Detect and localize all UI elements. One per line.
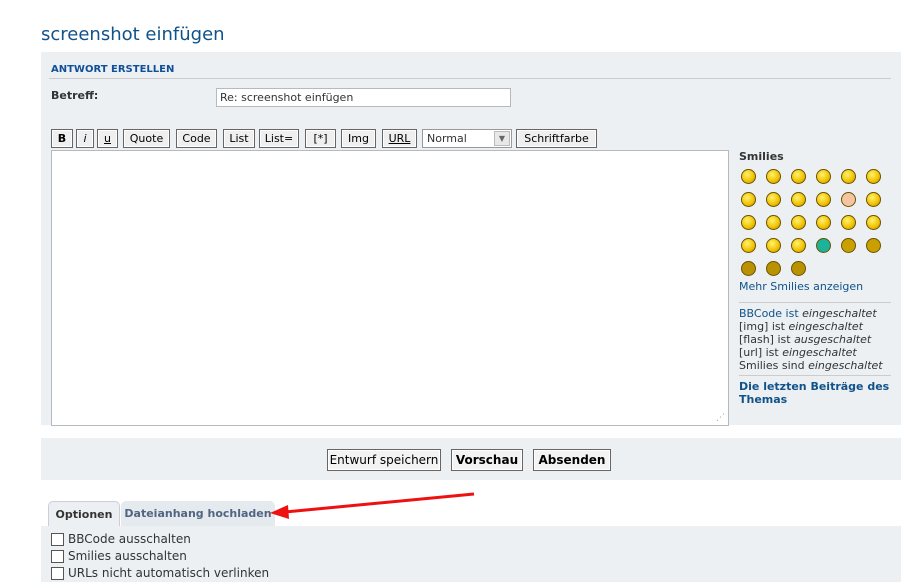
smiley-icon[interactable] xyxy=(791,192,806,207)
status-img: [img] ist eingeschaltet xyxy=(739,320,863,333)
smiley-icon[interactable] xyxy=(816,192,831,207)
status-flash: [flash] ist ausgeschaltet xyxy=(739,333,872,346)
smiley-icon[interactable] xyxy=(841,169,856,184)
section-title: ANTWORT ERSTELLEN xyxy=(51,64,175,75)
smiley-icon[interactable] xyxy=(866,215,881,230)
smiley-icon[interactable] xyxy=(791,261,806,276)
list-item-button[interactable]: [*] xyxy=(305,129,336,148)
smiley-icon[interactable] xyxy=(841,238,856,253)
save-draft-button[interactable]: Entwurf speichern xyxy=(327,449,441,471)
smiley-icon[interactable] xyxy=(766,238,781,253)
smiley-icon[interactable] xyxy=(816,169,831,184)
bold-button[interactable]: B xyxy=(51,129,73,148)
option-no-autolink[interactable]: URLs nicht automatisch verlinken xyxy=(51,566,269,580)
smiley-icon[interactable] xyxy=(816,238,831,253)
smiley-icon[interactable] xyxy=(741,238,756,253)
smiley-icon[interactable] xyxy=(741,169,756,184)
chevron-down-icon: ▼ xyxy=(494,131,510,146)
subject-input[interactable] xyxy=(216,88,511,107)
checkbox[interactable] xyxy=(51,566,64,580)
smiley-icon[interactable] xyxy=(816,215,831,230)
status-smilies: Smilies sind eingeschaltet xyxy=(739,359,883,372)
smiley-icon[interactable] xyxy=(791,169,806,184)
smiley-icon[interactable] xyxy=(766,169,781,184)
smiley-icon[interactable] xyxy=(841,192,856,207)
smiley-icon[interactable] xyxy=(791,215,806,230)
recent-posts-link[interactable]: Die letzten Beiträge des Themas xyxy=(739,375,891,406)
option-disable-bbcode[interactable]: BBCode ausschalten xyxy=(51,532,191,546)
smiley-icon[interactable] xyxy=(766,215,781,230)
smiley-icon[interactable] xyxy=(841,215,856,230)
status-url: [url] ist eingeschaltet xyxy=(739,346,857,359)
smiley-icon[interactable] xyxy=(866,192,881,207)
smilies-grid xyxy=(739,163,894,281)
smiley-icon[interactable] xyxy=(766,261,781,276)
bbcode-status: BBCode ist eingeschaltet [img] ist einge… xyxy=(739,302,891,372)
subject-label: Betreff: xyxy=(51,89,99,102)
smilies-title: Smilies xyxy=(739,150,784,163)
quote-button[interactable]: Quote xyxy=(123,129,170,148)
resize-handle-icon[interactable]: ⋰ xyxy=(716,413,725,423)
url-button[interactable]: URL xyxy=(382,129,417,148)
smiley-icon[interactable] xyxy=(791,238,806,253)
sidebar: Smilies Mehr Smilies anzeigen BBCode ist… xyxy=(739,150,894,406)
smiley-icon[interactable] xyxy=(741,192,756,207)
img-button[interactable]: Img xyxy=(341,129,376,148)
smiley-icon[interactable] xyxy=(866,238,881,253)
post-form-panel: ANTWORT ERSTELLEN Betreff: B i u Quote C… xyxy=(41,52,901,426)
submit-button[interactable]: Absenden xyxy=(533,449,611,471)
message-textarea[interactable]: ⋰ xyxy=(51,150,729,426)
divider xyxy=(49,78,891,79)
italic-button[interactable]: i xyxy=(76,129,94,148)
font-size-select[interactable]: Normal ▼ xyxy=(422,129,512,148)
options-panel: BBCode ausschalten Smilies ausschalten U… xyxy=(41,526,901,582)
code-button[interactable]: Code xyxy=(176,129,217,148)
status-bbcode: BBCode ist eingeschaltet xyxy=(739,307,877,320)
smiley-icon[interactable] xyxy=(866,169,881,184)
smiley-icon[interactable] xyxy=(741,261,756,276)
more-smilies-link[interactable]: Mehr Smilies anzeigen xyxy=(739,280,863,293)
preview-button[interactable]: Vorschau xyxy=(451,449,523,471)
font-color-button[interactable]: Schriftfarbe xyxy=(516,129,597,148)
checkbox[interactable] xyxy=(51,532,64,546)
submit-panel: Entwurf speichern Vorschau Absenden xyxy=(41,438,901,480)
underline-button[interactable]: u xyxy=(97,129,118,148)
list-button[interactable]: List xyxy=(223,129,255,148)
smiley-icon[interactable] xyxy=(766,192,781,207)
smiley-icon[interactable] xyxy=(741,215,756,230)
tab-attachments[interactable]: Dateianhang hochladen xyxy=(121,501,275,526)
option-disable-smilies[interactable]: Smilies ausschalten xyxy=(51,549,187,563)
page-title: screenshot einfügen xyxy=(41,24,225,45)
font-size-value: Normal xyxy=(427,132,467,145)
checkbox[interactable] xyxy=(51,549,64,563)
list-ordered-button[interactable]: List= xyxy=(259,129,299,148)
tab-options[interactable]: Optionen xyxy=(48,501,120,526)
